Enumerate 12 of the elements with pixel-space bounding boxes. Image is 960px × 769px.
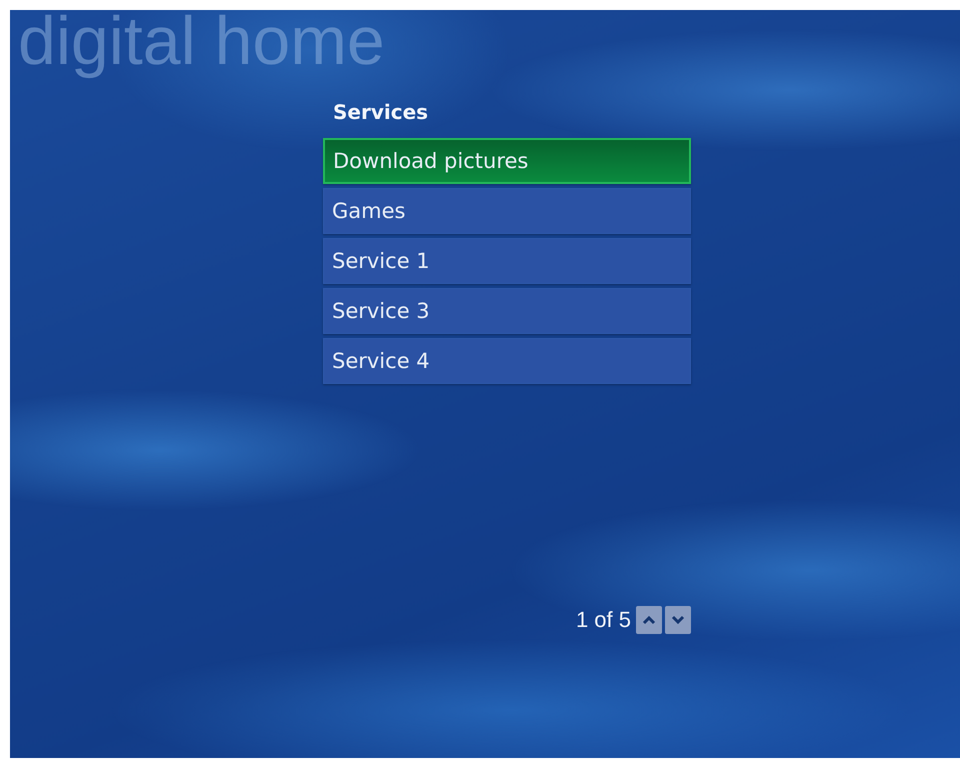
menu-item[interactable]: Download pictures — [323, 138, 691, 184]
menu-item[interactable]: Service 1 — [323, 238, 691, 284]
page-counter: 1 of 5 — [576, 607, 631, 633]
chevron-down-icon — [671, 615, 685, 625]
page-down-button[interactable] — [665, 606, 691, 634]
page-up-button[interactable] — [636, 606, 662, 634]
menu-item[interactable]: Games — [323, 188, 691, 234]
menu-item[interactable]: Service 4 — [323, 338, 691, 384]
section-title: Services — [332, 99, 430, 126]
menu-item[interactable]: Service 3 — [323, 288, 691, 334]
brand-title: digital home — [18, 10, 385, 80]
chevron-up-icon — [642, 615, 656, 625]
